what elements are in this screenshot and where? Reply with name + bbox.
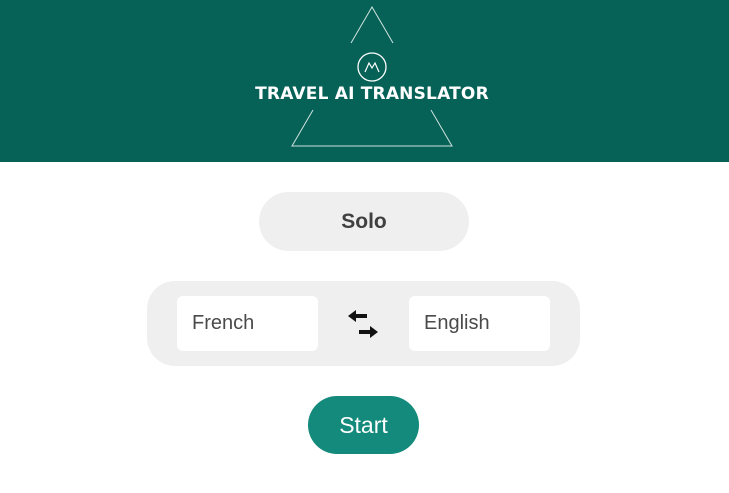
app-header: TRAVEL AI TRANSLATOR	[0, 0, 729, 162]
mode-toggle-button[interactable]: Solo	[259, 192, 469, 251]
swap-arrows-icon[interactable]	[345, 306, 381, 342]
source-language-select[interactable]: French	[177, 296, 318, 351]
triangle-logo-lines	[291, 6, 453, 147]
app-title: TRAVEL AI TRANSLATOR	[255, 84, 489, 104]
mountain-circle-icon	[357, 52, 387, 82]
target-language-select[interactable]: English	[409, 296, 550, 351]
start-button[interactable]: Start	[308, 396, 419, 454]
language-selector-panel: French English	[147, 281, 580, 366]
